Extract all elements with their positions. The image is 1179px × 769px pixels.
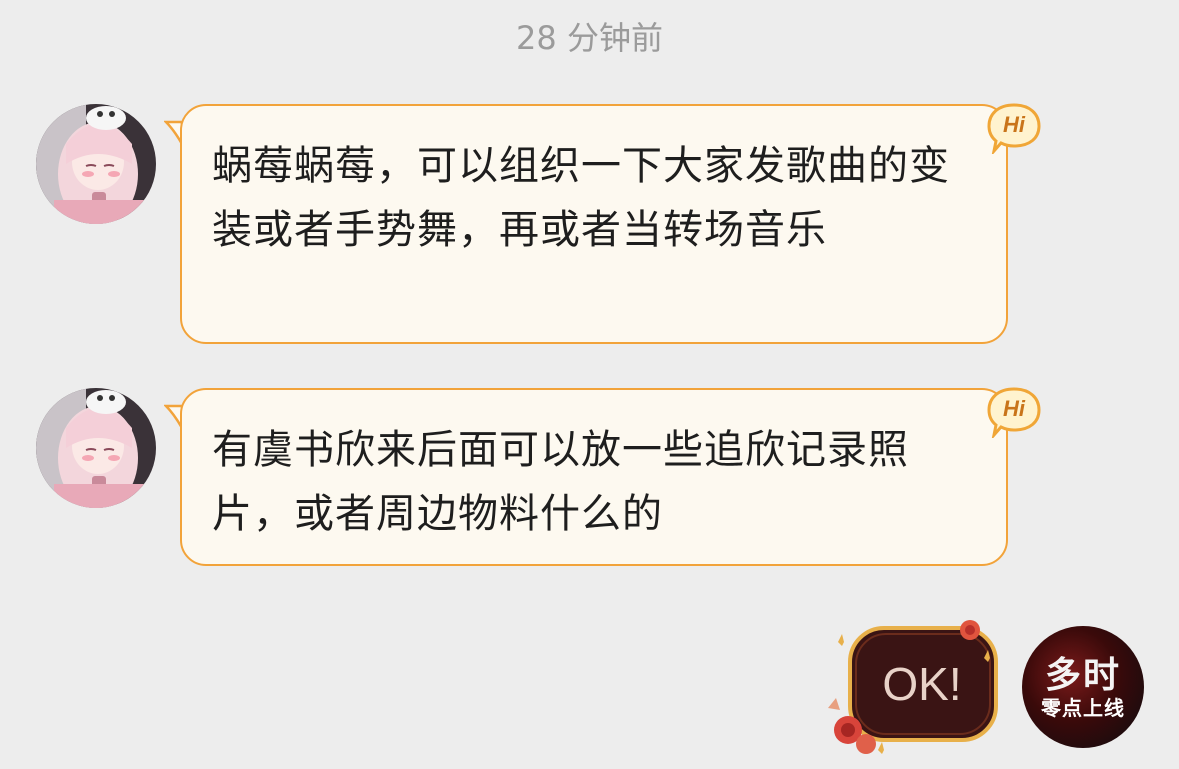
sender-avatar[interactable] [36,104,156,224]
hi-label: Hi [1003,112,1025,137]
ok-sticker[interactable]: OK! [818,612,1008,762]
message-bubble[interactable]: 有虞书欣来后面可以放一些追欣记录照片，或者周边物料什么的 [180,388,1008,566]
anime-avatar-icon [36,104,156,224]
message-bubble[interactable]: 蜗莓蜗莓，可以组织一下大家发歌曲的变装或者手势舞，再或者当转场音乐 [180,104,1008,344]
message-timestamp: 28 分钟前 [516,19,663,57]
sticker-label: OK! [882,658,962,710]
avatar-subtitle: 零点上线 [1041,696,1125,720]
anime-avatar-icon [36,388,156,508]
sender-avatar[interactable] [36,388,156,508]
message-text: 蜗莓蜗莓，可以组织一下大家发歌曲的变装或者手势舞，再或者当转场音乐 [212,143,950,253]
hi-badge: Hi [986,386,1042,441]
hi-label: Hi [1003,396,1025,421]
avatar-title: 多时 [1044,655,1121,696]
my-avatar[interactable]: 多时 零点上线 [1022,626,1144,748]
hi-badge: Hi [986,102,1042,157]
message-text: 有虞书欣来后面可以放一些追欣记录照片，或者周边物料什么的 [212,427,909,537]
